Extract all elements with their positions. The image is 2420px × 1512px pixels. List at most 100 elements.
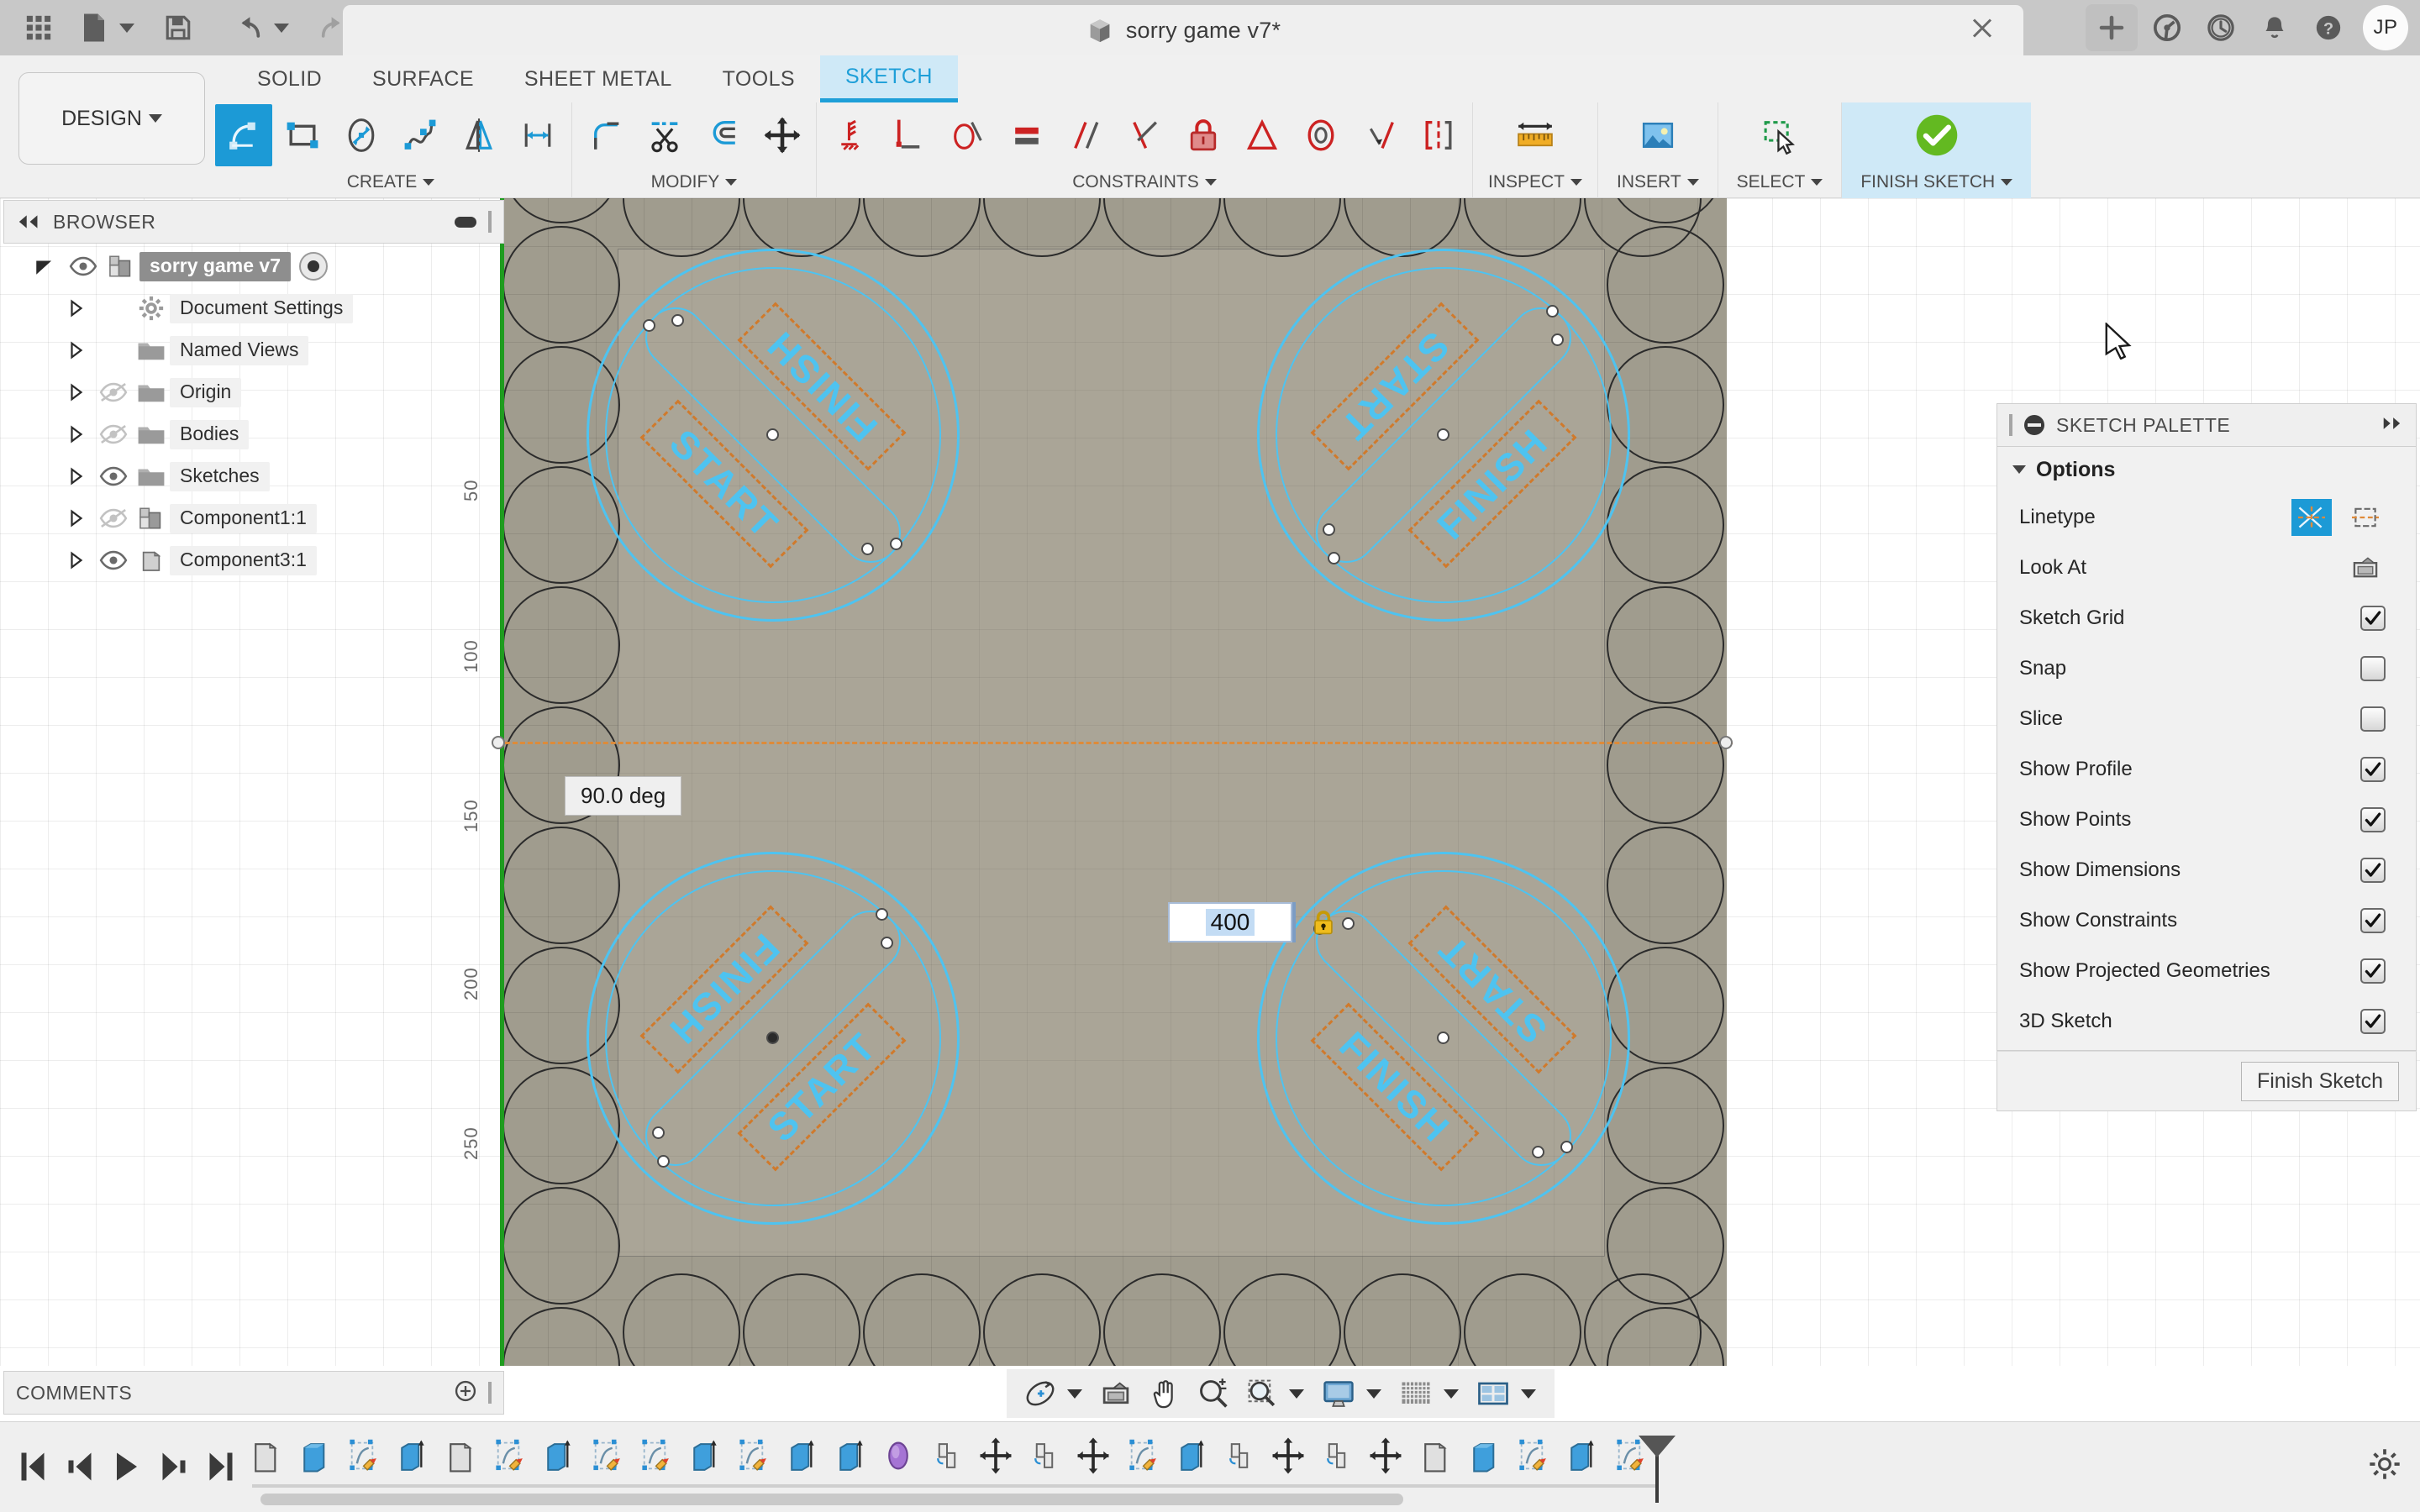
browser-resize-grip[interactable] (488, 211, 492, 233)
visibility-eye-icon[interactable] (94, 466, 133, 486)
checkbox-show-points[interactable] (2360, 807, 2386, 832)
constraint-horizontal-vertical-tool[interactable] (881, 104, 938, 166)
sketch-mirror-tool[interactable] (450, 104, 508, 166)
sketch-point[interactable] (880, 936, 893, 949)
sketch-point[interactable] (1437, 428, 1449, 441)
timeline-feature-24[interactable] (1415, 1432, 1454, 1479)
checkbox-show-constraints[interactable] (2360, 908, 2386, 933)
timeline-feature-16[interactable] (1025, 1432, 1064, 1479)
constraint-collinear-tool[interactable] (1351, 104, 1408, 166)
expand-arrow-closed-icon[interactable] (67, 299, 86, 318)
browser-item-component1-1[interactable]: Component1:1 (3, 497, 504, 539)
timeline-feature-26[interactable] (1512, 1432, 1551, 1479)
comments-bar[interactable]: COMMENTS (3, 1371, 504, 1415)
grid-snaps-icon[interactable] (1393, 1373, 1439, 1414)
timeline-feature-0[interactable] (245, 1432, 284, 1479)
timeline-feature-14[interactable] (928, 1432, 966, 1479)
document-tab[interactable]: sorry game v7* (343, 5, 2023, 55)
insert-group-dropdown[interactable]: INSERT (1617, 168, 1699, 197)
browser-item-origin[interactable]: Origin (3, 371, 504, 413)
sketch-arc-tool[interactable] (215, 104, 272, 166)
timeline-go-to-start-button[interactable] (18, 1449, 47, 1484)
timeline-feature-25[interactable] (1464, 1432, 1502, 1479)
zoom-window-icon[interactable] (1240, 1373, 1284, 1414)
timeline-feature-11[interactable] (781, 1432, 820, 1479)
sketch-point[interactable] (876, 907, 889, 921)
undo-button[interactable] (225, 6, 289, 50)
timeline-feature-10[interactable] (733, 1432, 771, 1479)
orbit-icon[interactable] (1018, 1373, 1062, 1414)
timeline-feature-8[interactable] (635, 1432, 674, 1479)
timeline-feature-15[interactable] (976, 1432, 1015, 1479)
sketch-ellipse-tool[interactable] (333, 104, 390, 166)
checkbox-snap[interactable] (2360, 656, 2386, 681)
palette-drag-grip[interactable] (2009, 414, 2012, 436)
viewports-icon[interactable] (1470, 1373, 1516, 1414)
sketch-point[interactable] (1341, 917, 1355, 931)
constraint-perpendicular-tool[interactable] (1116, 104, 1173, 166)
linetype-construction-button[interactable] (2345, 499, 2386, 536)
modify-group-dropdown[interactable]: MODIFY (651, 168, 738, 197)
close-icon[interactable] (1970, 16, 1995, 45)
sketch-spline-tool[interactable] (392, 104, 449, 166)
browser-item-document-settings[interactable]: Document Settings (3, 287, 504, 329)
comments-resize-grip[interactable] (488, 1382, 492, 1404)
tab-sketch[interactable]: SKETCH (819, 55, 958, 102)
look-at-button[interactable] (2345, 549, 2386, 586)
checkbox-show-projected-geometries[interactable] (2360, 958, 2386, 984)
palette-minimize-icon[interactable] (2024, 415, 2044, 435)
timeline-feature-7[interactable] (587, 1432, 625, 1479)
checkbox-3d-sketch[interactable] (2360, 1009, 2386, 1034)
display-settings-icon[interactable] (1316, 1373, 1361, 1414)
timeline-feature-13[interactable] (879, 1432, 918, 1479)
sketch-point[interactable] (1532, 1145, 1545, 1158)
add-comment-icon[interactable] (455, 1380, 476, 1406)
expand-arrow-closed-icon[interactable] (67, 341, 86, 360)
avatar[interactable]: JP (2363, 5, 2408, 50)
timeline-feature-2[interactable] (343, 1432, 381, 1479)
job-status-icon[interactable] (2196, 4, 2245, 51)
timeline-marker[interactable] (1639, 1436, 1676, 1503)
sketch-point[interactable] (766, 1032, 779, 1044)
finish-sketch-group[interactable]: FINISH SKETCH (1841, 102, 2032, 198)
timeline-feature-27[interactable] (1561, 1432, 1600, 1479)
timeline-feature-3[interactable] (392, 1432, 430, 1479)
checkbox-slice[interactable] (2360, 706, 2386, 732)
sketch-point[interactable] (656, 1155, 670, 1168)
tab-sheet-metal[interactable]: SHEET METAL (499, 55, 697, 102)
timeline-scrollbar[interactable] (260, 1494, 1403, 1505)
inspect-group-dropdown[interactable]: INSPECT (1488, 168, 1583, 197)
expand-arrow-closed-icon[interactable] (67, 383, 86, 402)
constraint-equal-tool[interactable] (998, 104, 1055, 166)
zoom-window-chevron-down-icon[interactable] (1289, 1389, 1304, 1399)
palette-expand-icon[interactable] (2381, 417, 2404, 434)
tab-surface[interactable]: SURFACE (347, 55, 499, 102)
timeline-feature-21[interactable] (1269, 1432, 1307, 1479)
timeline-feature-9[interactable] (684, 1432, 723, 1479)
constraint-coincident-tool[interactable] (822, 104, 879, 166)
expand-arrow-closed-icon[interactable] (67, 509, 86, 528)
options-section-header[interactable]: Options (1997, 447, 2416, 492)
timeline-feature-17[interactable] (1074, 1432, 1113, 1479)
visibility-eye-icon[interactable] (64, 256, 103, 276)
expand-arrow-closed-icon[interactable] (67, 467, 86, 486)
expand-arrow-closed-icon[interactable] (67, 551, 86, 570)
constraint-parallel-tool[interactable] (1057, 104, 1114, 166)
insert-image-tool[interactable] (1629, 104, 1686, 166)
timeline-feature-1[interactable] (294, 1432, 333, 1479)
sketch-trim-tool[interactable] (636, 104, 693, 166)
timeline-feature-12[interactable] (830, 1432, 869, 1479)
timeline-go-to-end-button[interactable] (207, 1449, 235, 1484)
dimension-endpoint-right[interactable] (1719, 736, 1733, 749)
sketch-point[interactable] (1550, 333, 1564, 346)
save-icon[interactable] (155, 6, 202, 50)
finish-sketch-tool[interactable] (1908, 104, 1965, 166)
browser-item-sorry-game-v7[interactable]: sorry game v7 (3, 245, 504, 287)
linetype-normal-button[interactable] (2291, 499, 2332, 536)
visibility-eye-icon[interactable] (94, 382, 133, 402)
grid-snaps-chevron-down-icon[interactable] (1444, 1389, 1459, 1399)
constraints-group-dropdown[interactable]: CONSTRAINTS (1072, 168, 1217, 197)
pan-icon[interactable] (1143, 1373, 1186, 1414)
sketch-offset-tool[interactable] (695, 104, 752, 166)
timeline-feature-18[interactable] (1123, 1432, 1161, 1479)
